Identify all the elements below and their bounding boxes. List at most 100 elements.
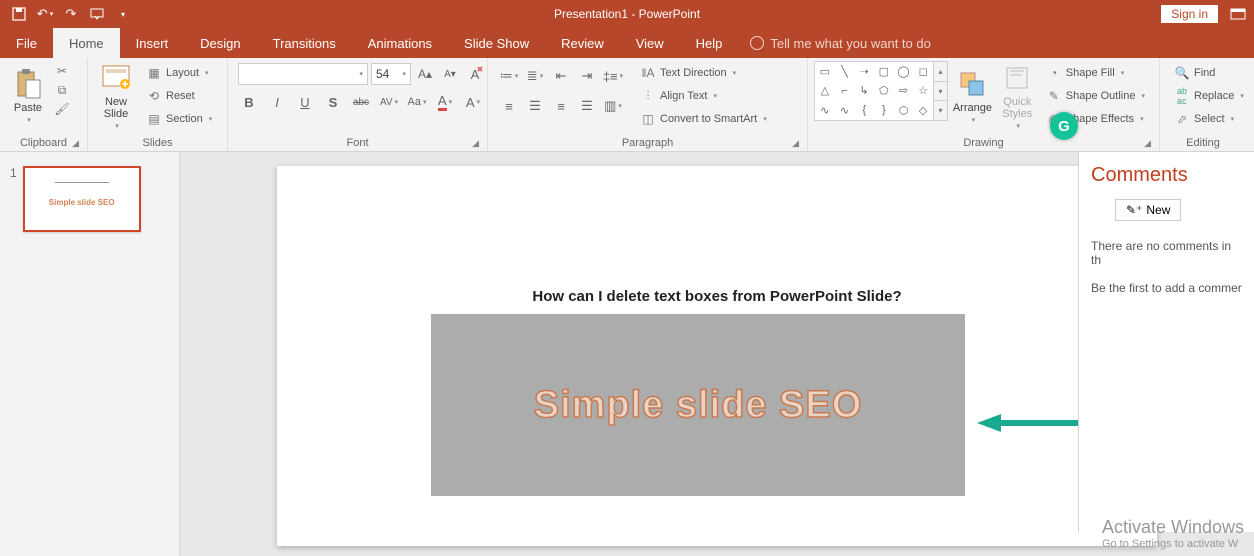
font-launcher[interactable]: ◢ bbox=[472, 138, 479, 149]
main-area: 1 Simple slide SEO How can I delete text… bbox=[0, 152, 1254, 556]
tab-insert[interactable]: Insert bbox=[120, 28, 185, 58]
convert-smartart-button[interactable]: ◫Convert to SmartArt▾ bbox=[636, 109, 771, 129]
section-icon: ▤ bbox=[146, 111, 162, 127]
slide-thumbnail-1[interactable]: Simple slide SEO bbox=[23, 166, 141, 232]
italic-button[interactable]: I bbox=[266, 91, 288, 113]
strikethrough-button[interactable]: abc bbox=[350, 91, 372, 113]
copy-icon[interactable]: ⧉ bbox=[54, 82, 70, 98]
align-text-button[interactable]: ⫶Align Text▾ bbox=[636, 86, 771, 106]
numbering-button[interactable]: ≣▾ bbox=[524, 65, 546, 87]
tab-review[interactable]: Review bbox=[545, 28, 620, 58]
quick-styles-button[interactable]: Quick Styles▾ bbox=[997, 61, 1038, 131]
tab-animations[interactable]: Animations bbox=[352, 28, 448, 58]
new-comment-icon: ✎⁺ bbox=[1126, 203, 1142, 217]
tell-me-search[interactable]: Tell me what you want to do bbox=[750, 28, 930, 58]
underline-button[interactable]: U bbox=[294, 91, 316, 113]
shapes-more-icon[interactable]: ▾ bbox=[934, 101, 947, 120]
replace-button[interactable]: abacReplace▾ bbox=[1170, 86, 1248, 106]
align-center-icon[interactable]: ☰ bbox=[524, 95, 546, 117]
arrange-button[interactable]: Arrange▾ bbox=[948, 61, 997, 131]
start-slideshow-icon[interactable] bbox=[86, 3, 108, 25]
tab-file[interactable]: File bbox=[0, 28, 53, 58]
shapes-up-icon[interactable]: ▴ bbox=[934, 62, 947, 82]
clear-formatting-icon[interactable]: A✖ bbox=[464, 63, 486, 85]
comments-empty-msg2: Be the first to add a commer bbox=[1091, 281, 1242, 295]
section-button[interactable]: ▤Section▾ bbox=[142, 109, 216, 129]
tab-design[interactable]: Design bbox=[184, 28, 256, 58]
shape-fill-button[interactable]: ◔Shape Fill▾ bbox=[1042, 63, 1149, 83]
layout-button[interactable]: ▦Layout▾ bbox=[142, 63, 216, 83]
justify-icon[interactable]: ☰ bbox=[576, 95, 598, 117]
change-case-button[interactable]: Aa▾ bbox=[406, 91, 428, 113]
grammarly-icon[interactable]: G bbox=[1050, 112, 1078, 140]
reset-button[interactable]: ⟲Reset bbox=[142, 86, 216, 106]
align-left-icon[interactable]: ≡ bbox=[498, 95, 520, 117]
thumbnail-number: 1 bbox=[10, 166, 17, 232]
paste-icon bbox=[12, 68, 44, 100]
shadow-button[interactable]: S bbox=[322, 91, 344, 113]
title-bar: ↶▾ ↷ ▾ Presentation1 - PowerPoint Sign i… bbox=[0, 0, 1254, 28]
tab-transitions[interactable]: Transitions bbox=[257, 28, 352, 58]
bullets-button[interactable]: ≔▾ bbox=[498, 65, 520, 87]
columns-button[interactable]: ▥▾ bbox=[602, 95, 624, 117]
char-spacing-button[interactable]: AV▾ bbox=[378, 91, 400, 113]
line-spacing-button[interactable]: ‡≡▾ bbox=[602, 65, 624, 87]
increase-indent-icon[interactable]: ⇥ bbox=[576, 65, 598, 87]
text-direction-icon: ‖A bbox=[640, 65, 656, 81]
replace-icon: abac bbox=[1174, 88, 1190, 104]
align-right-icon[interactable]: ≡ bbox=[550, 95, 572, 117]
drawing-launcher[interactable]: ◢ bbox=[1144, 138, 1151, 149]
new-comment-button[interactable]: ✎⁺New bbox=[1115, 199, 1181, 221]
sign-in-button[interactable]: Sign in bbox=[1161, 5, 1218, 23]
find-icon: 🔍 bbox=[1174, 65, 1190, 81]
shapes-down-icon[interactable]: ▾ bbox=[934, 82, 947, 102]
cut-icon[interactable]: ✂ bbox=[54, 63, 70, 79]
highlight-button[interactable]: A▾ bbox=[462, 91, 484, 113]
redo-icon[interactable]: ↷ bbox=[60, 3, 82, 25]
font-color-button[interactable]: A▾ bbox=[434, 91, 456, 113]
shrink-font-icon[interactable]: A▾ bbox=[439, 63, 461, 85]
undo-icon[interactable]: ↶▾ bbox=[34, 3, 56, 25]
qat-customize-icon[interactable]: ▾ bbox=[112, 3, 134, 25]
grow-font-icon[interactable]: A▴ bbox=[414, 63, 436, 85]
ribbon-display-icon[interactable] bbox=[1230, 8, 1246, 20]
select-button[interactable]: ⬀Select▾ bbox=[1170, 109, 1248, 129]
shape-fill-icon: ◔ bbox=[1046, 65, 1062, 81]
shape-outline-button[interactable]: ✎Shape Outline▾ bbox=[1042, 86, 1149, 106]
font-name-combo[interactable]: ▾ bbox=[238, 63, 368, 85]
seo-text: Simple slide SEO bbox=[534, 384, 863, 427]
text-direction-button[interactable]: ‖AText Direction▾ bbox=[636, 63, 771, 83]
bold-button[interactable]: B bbox=[238, 91, 260, 113]
shape-outline-icon: ✎ bbox=[1046, 88, 1062, 104]
paste-button[interactable]: Paste▾ bbox=[6, 61, 50, 131]
group-slides: New Slide▾ ▦Layout▾ ⟲Reset ▤Section▾ Sli… bbox=[88, 58, 228, 151]
slide-content-box[interactable]: Simple slide SEO bbox=[431, 314, 965, 496]
paragraph-launcher[interactable]: ◢ bbox=[792, 138, 799, 149]
tab-slideshow[interactable]: Slide Show bbox=[448, 28, 545, 58]
comments-heading: Comments bbox=[1091, 164, 1242, 187]
quick-access-toolbar: ↶▾ ↷ ▾ bbox=[0, 3, 142, 25]
slide[interactable]: How can I delete text boxes from PowerPo… bbox=[277, 166, 1157, 546]
tab-help[interactable]: Help bbox=[680, 28, 739, 58]
tell-me-placeholder: Tell me what you want to do bbox=[770, 36, 930, 51]
find-button[interactable]: 🔍Find bbox=[1170, 63, 1248, 83]
new-slide-button[interactable]: New Slide▾ bbox=[94, 61, 138, 131]
clipboard-launcher[interactable]: ◢ bbox=[72, 138, 79, 149]
arrange-icon bbox=[956, 68, 988, 100]
format-painter-icon[interactable]: 🖌 bbox=[54, 101, 70, 117]
annotation-arrow bbox=[977, 414, 1091, 432]
shapes-gallery[interactable]: ▭╲➝▢◯◻ △⌐↳⬠⇨☆ ∿∿{}⬡◇ bbox=[814, 61, 934, 121]
reset-icon: ⟲ bbox=[146, 88, 162, 104]
comments-empty-msg1: There are no comments in th bbox=[1091, 239, 1242, 267]
comments-panel: Comments ✎⁺New There are no comments in … bbox=[1078, 152, 1254, 532]
decrease-indent-icon[interactable]: ⇤ bbox=[550, 65, 572, 87]
window-title: Presentation1 - PowerPoint bbox=[554, 7, 700, 21]
tab-view[interactable]: View bbox=[620, 28, 680, 58]
slide-thumbnail-panel: 1 Simple slide SEO bbox=[0, 152, 180, 556]
group-editing: 🔍Find abacReplace▾ ⬀Select▾ Editing bbox=[1160, 58, 1246, 151]
tab-home[interactable]: Home bbox=[53, 28, 120, 58]
font-size-combo[interactable]: 54▾ bbox=[371, 63, 411, 85]
select-icon: ⬀ bbox=[1174, 111, 1190, 127]
group-drawing: ▭╲➝▢◯◻ △⌐↳⬠⇨☆ ∿∿{}⬡◇ ▴ ▾ ▾ Arrange▾ Quic… bbox=[808, 58, 1160, 151]
save-icon[interactable] bbox=[8, 3, 30, 25]
